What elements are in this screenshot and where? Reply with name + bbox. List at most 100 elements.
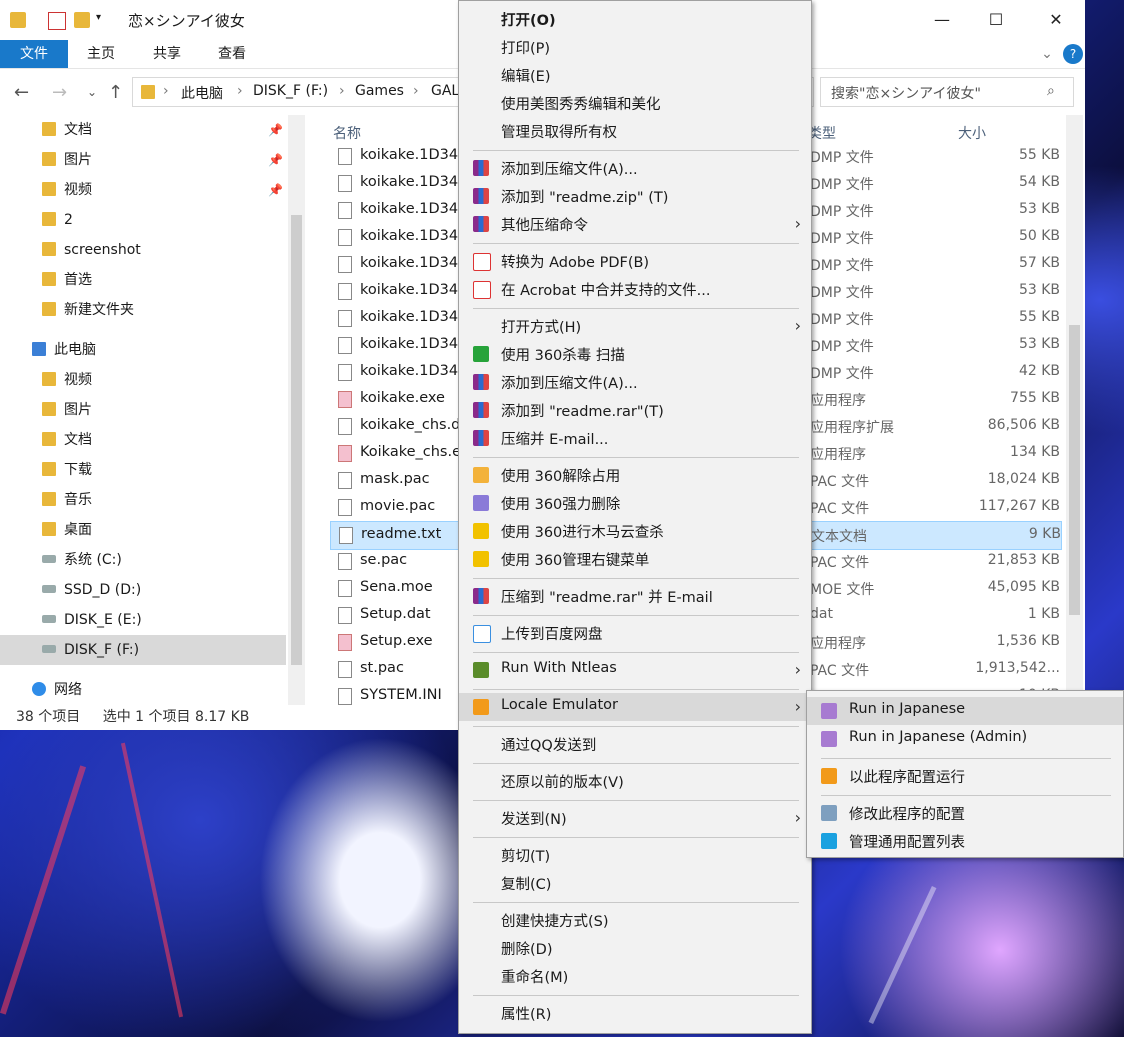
nav-drive-e[interactable]: DISK_E (E:): [42, 605, 142, 635]
back-arrow-icon[interactable]: ←: [14, 82, 29, 103]
menu-item[interactable]: 通过QQ发送到: [459, 730, 811, 758]
menu-item[interactable]: 使用美图秀秀编辑和美化: [459, 89, 811, 117]
menu-item[interactable]: Run in Japanese (Admin): [807, 725, 1123, 753]
breadcrumb-gal[interactable]: GAL: [431, 83, 459, 99]
column-header-size[interactable]: 大小: [958, 123, 986, 143]
pin-icon[interactable]: 📌: [268, 183, 283, 197]
menu-item[interactable]: 使用 360进行木马云查杀: [459, 517, 811, 545]
menu-item[interactable]: Run With Ntleas ›: [459, 656, 811, 684]
pin-icon[interactable]: 📌: [268, 153, 283, 167]
menu-item[interactable]: 压缩并 E-mail...: [459, 424, 811, 452]
pin-icon[interactable]: 📌: [268, 123, 283, 137]
nav-quick-2[interactable]: 2: [42, 205, 73, 235]
menu-item[interactable]: 压缩到 "readme.rar" 并 E-mail: [459, 582, 811, 610]
menu-item[interactable]: 使用 360强力删除: [459, 489, 811, 517]
nav-scrollbar[interactable]: [288, 115, 305, 705]
menu-item[interactable]: 其他压缩命令 ›: [459, 210, 811, 238]
tab-share[interactable]: 共享: [150, 40, 184, 68]
maximize-button[interactable]: ☐: [973, 0, 1019, 40]
column-header-type[interactable]: 类型: [808, 123, 836, 143]
nav-quick-screenshot[interactable]: screenshot: [42, 235, 141, 265]
new-folder-icon[interactable]: [74, 12, 90, 28]
menu-item[interactable]: 上传到百度网盘: [459, 619, 811, 647]
column-header-name[interactable]: 名称: [333, 123, 361, 143]
menu-separator: [821, 757, 1111, 759]
menu-item[interactable]: 添加到压缩文件(A)...: [459, 154, 811, 182]
file-scrollbar-thumb[interactable]: [1069, 325, 1080, 615]
menu-item[interactable]: 管理通用配置列表: [807, 827, 1123, 855]
menu-item[interactable]: 管理员取得所有权: [459, 117, 811, 145]
menu-item[interactable]: 使用 360管理右键菜单: [459, 545, 811, 573]
menu-item[interactable]: 还原以前的版本(V): [459, 767, 811, 795]
nav-quick-videos[interactable]: 视频: [42, 175, 92, 205]
nav-quick-preferred[interactable]: 首选: [42, 265, 92, 295]
menu-item[interactable]: Locale Emulator ›: [459, 693, 811, 721]
menu-separator: [473, 577, 799, 579]
menu-item[interactable]: 以此程序配置运行: [807, 762, 1123, 790]
menu-item[interactable]: Run in Japanese: [807, 697, 1123, 725]
winrar-icon: [473, 160, 489, 176]
search-input[interactable]: 搜索"恋×シンアイ彼女" ⌕: [820, 77, 1074, 107]
file-icon: [338, 337, 352, 354]
tab-view[interactable]: 查看: [215, 40, 249, 68]
nav-pc-videos[interactable]: 视频: [42, 365, 92, 395]
nav-pc-downloads[interactable]: 下载: [42, 455, 92, 485]
menu-item[interactable]: 发送到(N) ›: [459, 804, 811, 832]
close-button[interactable]: ✕: [1033, 0, 1079, 40]
menu-item[interactable]: 打开(O): [459, 5, 811, 33]
folder-icon: [42, 432, 56, 446]
menu-item[interactable]: 使用 360解除占用: [459, 461, 811, 489]
minimize-button[interactable]: —: [919, 0, 965, 40]
menu-item[interactable]: 在 Acrobat 中合并支持的文件...: [459, 275, 811, 303]
file-scrollbar[interactable]: [1066, 115, 1083, 690]
nav-pc-pictures[interactable]: 图片: [42, 395, 92, 425]
breadcrumb-games[interactable]: Games: [355, 83, 404, 99]
properties-icon[interactable]: [48, 12, 66, 30]
menu-item[interactable]: 打印(P): [459, 33, 811, 61]
nav-pc-documents[interactable]: 文档: [42, 425, 92, 455]
nav-scrollbar-thumb[interactable]: [291, 215, 302, 665]
nav-pc-desktop[interactable]: 桌面: [42, 515, 92, 545]
file-size: 50 KB: [1018, 228, 1060, 244]
recent-dropdown-icon[interactable]: ⌄: [87, 85, 97, 99]
file-size: 54 KB: [1018, 174, 1060, 190]
menu-item[interactable]: 修改此程序的配置: [807, 799, 1123, 827]
menu-item-label: 复制(C): [501, 877, 552, 893]
menu-item[interactable]: 转换为 Adobe PDF(B): [459, 247, 811, 275]
help-button[interactable]: ?: [1063, 44, 1083, 64]
nav-drive-f[interactable]: DISK_F (F:): [0, 635, 286, 665]
breadcrumb-disk-f[interactable]: DISK_F (F:): [253, 83, 328, 99]
menu-item[interactable]: 属性(R): [459, 999, 811, 1027]
nav-this-pc[interactable]: 此电脑: [32, 335, 96, 365]
menu-item-label: 属性(R): [501, 1007, 552, 1023]
tab-file[interactable]: 文件: [0, 40, 68, 68]
file-size: 18,024 KB: [987, 471, 1060, 487]
menu-item[interactable]: 创建快捷方式(S): [459, 906, 811, 934]
menu-item[interactable]: 删除(D): [459, 934, 811, 962]
menu-item[interactable]: 添加到 "readme.zip" (T): [459, 182, 811, 210]
nav-quick-new-folder[interactable]: 新建文件夹: [42, 295, 134, 325]
tab-home[interactable]: 主页: [84, 40, 118, 68]
file-size: 45,095 KB: [987, 579, 1060, 595]
menu-item[interactable]: 打开方式(H) ›: [459, 312, 811, 340]
menu-item[interactable]: 添加到 "readme.rar"(T): [459, 396, 811, 424]
nav-network[interactable]: 网络: [32, 675, 82, 705]
nav-quick-docs[interactable]: 文档: [42, 115, 92, 145]
menu-item[interactable]: 添加到压缩文件(A)...: [459, 368, 811, 396]
nav-pc-music[interactable]: 音乐: [42, 485, 92, 515]
menu-item[interactable]: 使用 360杀毒 扫描: [459, 340, 811, 368]
menu-item[interactable]: 复制(C): [459, 869, 811, 897]
file-type: DMP 文件: [810, 177, 874, 193]
menu-item[interactable]: 重命名(M): [459, 962, 811, 990]
nav-quick-pictures[interactable]: 图片: [42, 145, 92, 175]
menu-item[interactable]: 剪切(T): [459, 841, 811, 869]
up-arrow-icon[interactable]: ↑: [108, 82, 123, 103]
file-type: DMP 文件: [810, 366, 874, 382]
chevron-down-icon[interactable]: ▾: [96, 12, 112, 28]
nav-drive-c[interactable]: 系统 (C:): [42, 545, 122, 575]
breadcrumb-this-pc[interactable]: 此电脑: [181, 83, 223, 103]
nav-drive-d[interactable]: SSD_D (D:): [42, 575, 141, 605]
menu-item[interactable]: 编辑(E): [459, 61, 811, 89]
ribbon-expand-icon[interactable]: ⌄: [1038, 40, 1056, 68]
forward-arrow-icon[interactable]: →: [52, 82, 67, 103]
